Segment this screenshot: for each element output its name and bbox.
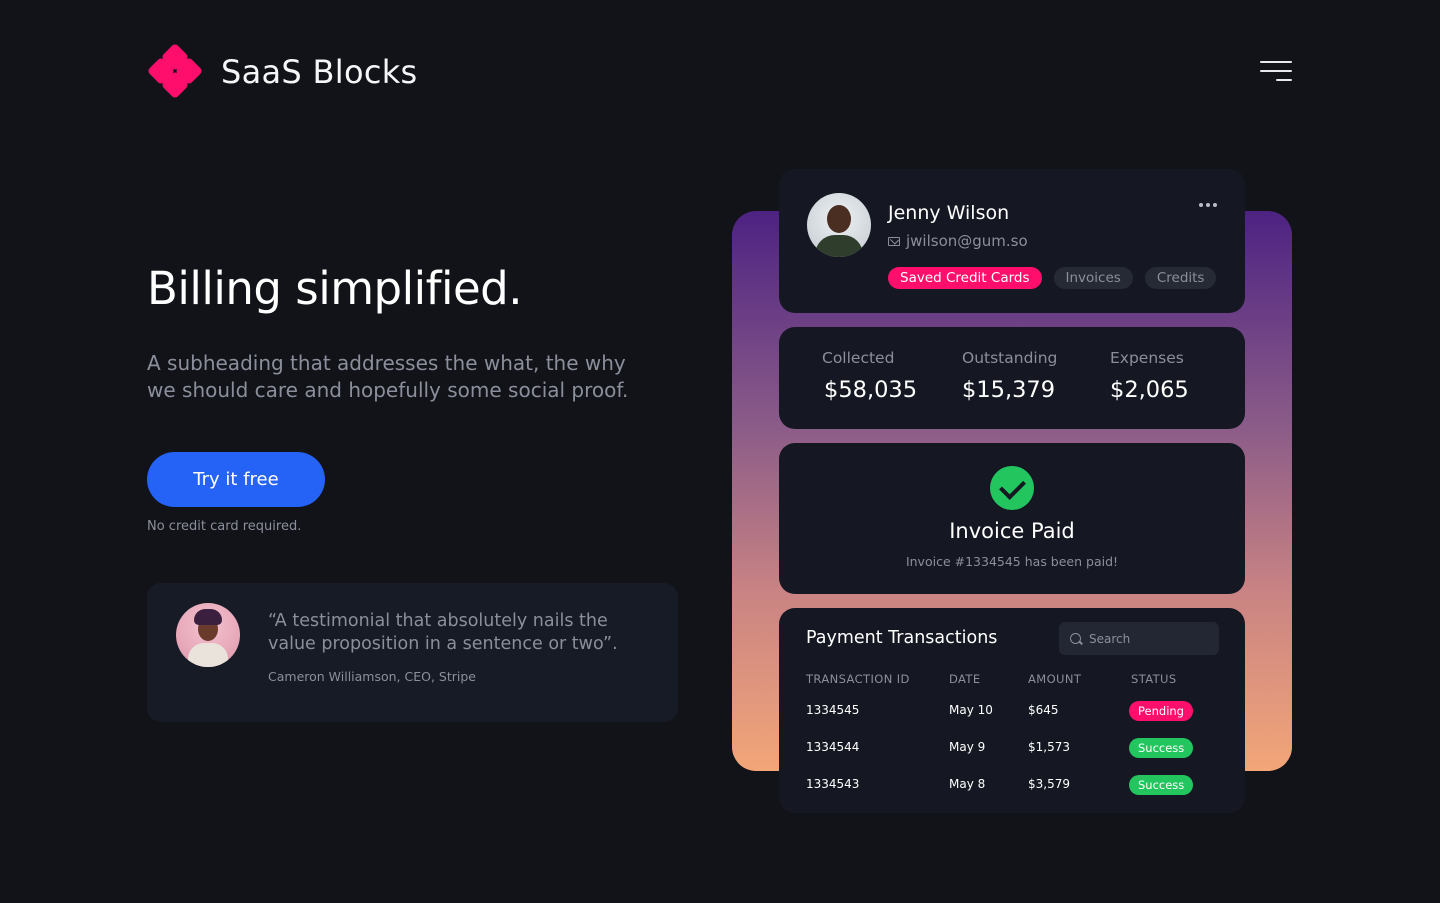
profile-tabs: Saved Credit Cards Invoices Credits	[888, 267, 1217, 289]
hamburger-menu-icon[interactable]	[1260, 59, 1292, 85]
tab-saved-credit-cards[interactable]: Saved Credit Cards	[888, 267, 1042, 289]
profile-avatar	[807, 193, 871, 257]
transactions-card: Payment Transactions TRANSACTION ID DATE…	[779, 608, 1245, 813]
transaction-id: 1334545	[806, 703, 860, 717]
invoice-title: Invoice Paid	[949, 519, 1075, 543]
transaction-date: May 9	[949, 740, 986, 754]
search-input[interactable]	[1089, 631, 1209, 646]
more-options-icon[interactable]	[1199, 199, 1219, 211]
transaction-amount: $3,579	[1028, 777, 1070, 791]
transaction-amount: $645	[1028, 703, 1059, 717]
testimonial-quote: “A testimonial that absolutely nails the…	[268, 611, 618, 654]
stat-value: $58,035	[824, 377, 918, 403]
try-it-free-button[interactable]: Try it free	[147, 452, 325, 507]
column-header-date: DATE	[949, 672, 981, 686]
logo-icon	[146, 42, 204, 100]
status-badge: Success	[1129, 738, 1194, 758]
brand-name: SaaS Blocks	[221, 52, 418, 91]
stat-value: $15,379	[962, 377, 1056, 403]
stat-collected: Collected $58,035	[822, 349, 917, 403]
invoice-paid-card: Invoice Paid Invoice #1334545 has been p…	[779, 443, 1245, 594]
transaction-id: 1334543	[806, 777, 860, 791]
transaction-id: 1334544	[806, 740, 860, 754]
stat-label: Expenses	[1110, 349, 1184, 367]
cta-note: No credit card required.	[147, 519, 302, 534]
table-row[interactable]: 1334544 May 9 $1,573 Success	[779, 733, 1245, 763]
testimonial-author: Cameron Williamson, CEO, Stripe	[268, 669, 476, 684]
hero-subtitle: A subheading that addresses the what, th…	[147, 351, 629, 402]
table-row[interactable]: 1334543 May 8 $3,579 Success	[779, 770, 1245, 800]
stat-label: Collected	[822, 349, 895, 367]
stat-value: $2,065	[1110, 377, 1189, 403]
stats-card: Collected $58,035 Outstanding $15,379 Ex…	[779, 327, 1245, 429]
testimonial-card: “A testimonial that absolutely nails the…	[147, 583, 678, 722]
stat-label: Outstanding	[962, 349, 1058, 367]
column-header-transaction-id: TRANSACTION ID	[806, 672, 910, 686]
stat-outstanding: Outstanding $15,379	[962, 349, 1057, 403]
transactions-title: Payment Transactions	[806, 628, 998, 648]
status-badge: Pending	[1129, 701, 1193, 721]
search-box[interactable]	[1059, 622, 1219, 655]
tab-credits[interactable]: Credits	[1144, 267, 1217, 289]
column-header-amount: AMOUNT	[1028, 672, 1082, 686]
profile-card: Jenny Wilson jwilson@gum.so Saved Credit…	[779, 169, 1245, 313]
profile-email: jwilson@gum.so	[906, 232, 1028, 250]
brand-logo[interactable]: SaaS Blocks	[146, 42, 418, 100]
invoice-subtitle: Invoice #1334545 has been paid!	[905, 554, 1119, 569]
stat-expenses: Expenses $2,065	[1110, 349, 1189, 403]
check-circle-icon	[990, 466, 1034, 510]
profile-name: Jenny Wilson	[888, 202, 1010, 224]
transaction-date: May 10	[949, 703, 993, 717]
status-badge: Success	[1129, 775, 1194, 795]
profile-email-row: jwilson@gum.so	[888, 232, 1028, 250]
search-icon	[1070, 633, 1081, 644]
transaction-amount: $1,573	[1028, 740, 1070, 754]
mail-icon	[888, 236, 900, 246]
table-row[interactable]: 1334545 May 10 $645 Pending	[779, 696, 1245, 726]
page: SaaS Blocks Billing simplified. A subhea…	[0, 0, 1440, 903]
hero-title: Billing simplified.	[147, 262, 523, 315]
testimonial-avatar	[176, 603, 240, 667]
transaction-date: May 8	[949, 777, 986, 791]
column-header-status: STATUS	[1131, 672, 1177, 686]
tab-invoices[interactable]: Invoices	[1053, 267, 1133, 289]
